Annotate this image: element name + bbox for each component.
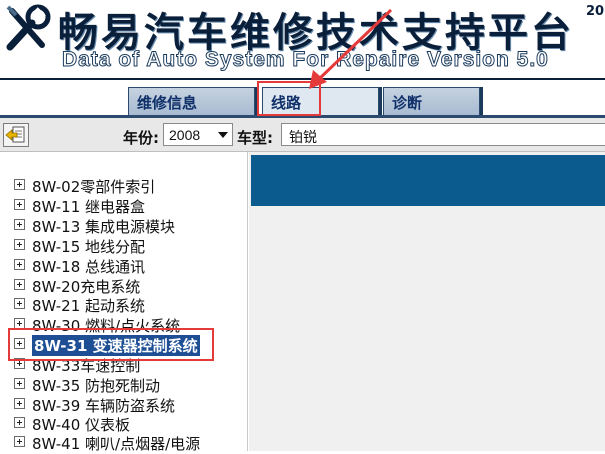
content-header-bar [251, 155, 605, 206]
plus-expand-icon[interactable] [14, 378, 25, 389]
tab-diagnosis[interactable]: 诊断 [383, 87, 480, 115]
model-field[interactable]: 铂锐 [281, 123, 605, 146]
tab-maintenance-info[interactable]: 维修信息 [128, 87, 255, 115]
plus-expand-icon[interactable] [14, 239, 25, 250]
plus-expand-icon[interactable] [14, 398, 25, 409]
back-button[interactable] [3, 123, 29, 147]
year-select[interactable]: 2008 [163, 123, 233, 146]
selected-item-highlight-box [8, 328, 214, 361]
plus-expand-icon[interactable] [14, 417, 25, 428]
app-title-overflow: 20 [586, 4, 605, 19]
back-arrow-icon [5, 126, 25, 143]
year-value: 2008 [169, 127, 201, 143]
chevron-down-icon[interactable] [218, 132, 228, 138]
wrench-screwdriver-icon [2, 3, 54, 55]
header-banner: 畅易汽车维修技术支持平台 20 Data of Auto System For … [0, 0, 605, 80]
plus-expand-icon[interactable] [14, 199, 25, 210]
model-label: 车型: [237, 129, 273, 147]
tab-divider [480, 87, 483, 115]
tab-divider [379, 87, 382, 115]
plus-expand-icon[interactable] [14, 179, 25, 190]
plus-expand-icon[interactable] [14, 259, 25, 270]
plus-expand-icon[interactable] [14, 279, 25, 290]
chapter-tree: 8W-02零部件索引 8W-11 继电器盒 8W-13 集成电源模块 8W-15… [0, 152, 248, 453]
app-subtitle: Data of Auto System For Repaire Version … [62, 48, 549, 72]
wiring-tab-highlight-box [257, 81, 321, 116]
plus-expand-icon[interactable] [14, 298, 25, 309]
plus-expand-icon[interactable] [14, 436, 25, 447]
year-label: 年份: [123, 129, 159, 147]
plus-expand-icon[interactable] [14, 219, 25, 230]
